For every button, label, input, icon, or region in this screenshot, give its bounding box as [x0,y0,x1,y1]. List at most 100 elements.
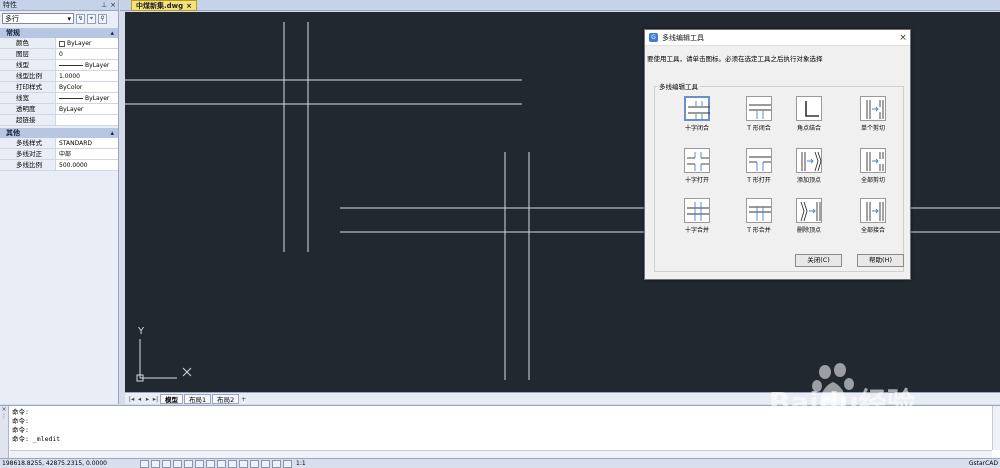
tool-corner-joint[interactable]: 角点结合 [779,96,839,132]
property-row[interactable]: 打印样式 ByColor [0,82,118,93]
cross-open-icon[interactable] [684,148,710,173]
layout-tab[interactable]: 布局2 [212,393,240,404]
section-header[interactable]: 其他 ▴ [0,128,118,138]
property-value[interactable] [55,115,118,125]
tool-delete-vertex[interactable]: 删除顶点 [779,198,839,234]
section-header[interactable]: 常规 ▴ [0,28,118,38]
layout-tab[interactable]: 布局1 [184,393,212,404]
tools-group-label: 多线编辑工具 [657,81,700,91]
close-icon[interactable]: × [110,1,116,9]
tool-cut-all[interactable]: 全部剪切 [843,148,903,184]
model-space-icon[interactable] [272,459,281,468]
property-value-text: 500.0000 [59,162,88,169]
ortho-icon[interactable] [162,459,171,468]
pin-icon[interactable]: ⊥ [101,1,107,9]
section-title: 其他 [6,129,20,137]
property-row[interactable]: 颜色 ByLayer [0,38,118,49]
close-icon[interactable]: × [0,406,8,413]
object-type-select[interactable]: 多行 ▾ [2,13,74,24]
layout-tab[interactable]: 模型 [160,393,183,404]
tool-label: 角点结合 [796,125,821,132]
tool-weld-all[interactable]: 全部接合 [843,198,903,234]
annotation-icon[interactable] [283,459,292,468]
property-value[interactable]: 中部 [55,149,118,159]
property-value-text: 中部 [59,151,72,158]
cross-closed-icon[interactable] [684,96,710,121]
delete-vertex-icon[interactable] [796,198,822,223]
property-value[interactable]: STANDARD [55,138,118,148]
cross-merged-icon[interactable] [684,198,710,223]
property-key: 多线比例 [0,160,55,170]
grid-icon[interactable] [151,459,160,468]
selection-cycling-icon[interactable] [239,459,248,468]
command-hscrollbar[interactable] [10,450,992,458]
quick-select-icon[interactable]: ⚲ [98,13,107,24]
collapse-icon[interactable]: ▴ [110,129,114,137]
otrack-icon[interactable] [195,459,204,468]
property-row[interactable]: 透明度 ByLayer [0,104,118,115]
property-row[interactable]: 多线样式 STANDARD [0,138,118,149]
collapse-icon[interactable]: ▴ [110,29,114,37]
property-value[interactable]: 1.0000 [55,71,118,81]
property-value[interactable]: ByLayer [55,93,118,103]
transparency-icon[interactable] [217,459,226,468]
layout-nav-icon[interactable]: ▸| [152,395,159,403]
tool-add-vertex[interactable]: 添加顶点 [779,148,839,184]
layout-nav-icon[interactable]: |◂ [128,395,135,403]
property-value[interactable]: ByColor [55,82,118,92]
add-layout-icon[interactable]: + [240,395,247,403]
tool-label: 删除顶点 [796,227,821,234]
property-value-text: ByLayer [59,106,84,113]
tool-cross-merged[interactable]: 十字合并 [667,198,727,234]
property-value[interactable]: 500.0000 [55,160,118,170]
property-value[interactable]: 0 [55,49,118,59]
osnap-icon[interactable] [184,459,193,468]
close-button[interactable]: 关闭(C) [795,254,842,267]
layout-nav-icon[interactable]: ▸ [144,395,151,403]
close-icon[interactable]: × [896,33,910,43]
property-value[interactable]: ByLayer [55,104,118,114]
tool-cross-closed[interactable]: 十字闭合 [667,96,727,132]
tee-closed-icon[interactable] [746,96,772,121]
select-objects-icon[interactable]: ⌖ [87,13,96,24]
property-row[interactable]: 图层 0 [0,49,118,60]
chevron-down-icon: ▾ [67,14,71,23]
property-value-text: 1.0000 [59,73,80,80]
help-button[interactable]: 帮助(H) [857,254,904,267]
command-line: 命令: [12,426,29,434]
layout-nav-icon[interactable]: ◂ [136,395,143,403]
toggle-pickadd-icon[interactable]: ↯ [76,13,85,24]
property-value[interactable]: ByLayer [55,60,118,70]
property-row[interactable]: 线型比例 1.0000 [0,71,118,82]
property-value[interactable]: ByLayer [55,38,118,48]
tool-cross-open[interactable]: 十字打开 [667,148,727,184]
grip-icon[interactable]: ⋮ [0,413,8,420]
linetype-preview-icon [59,65,83,66]
property-row[interactable]: 线型 ByLayer [0,60,118,71]
tee-merged-icon[interactable] [746,198,772,223]
ducs-icon[interactable] [261,459,270,468]
command-vscrollbar[interactable] [992,406,1000,450]
polar-icon[interactable] [173,459,182,468]
property-row[interactable]: 多线对正 中部 [0,149,118,160]
weld-all-icon[interactable] [860,198,886,223]
annotation-scale[interactable]: 1:1 [296,460,306,467]
corner-joint-icon[interactable] [796,96,822,121]
lineweight-icon[interactable] [206,459,215,468]
snap-icon[interactable] [140,459,149,468]
property-row[interactable]: 线宽 ByLayer [0,93,118,104]
add-vertex-icon[interactable] [796,148,822,173]
dynamic-input-icon[interactable] [250,459,259,468]
cut-single-icon[interactable] [860,96,886,121]
property-key: 图层 [0,49,55,59]
tool-cut-single[interactable]: 单个剪切 [843,96,903,132]
tool-label: 十字合并 [684,227,709,234]
cut-all-icon[interactable] [860,148,886,173]
close-icon[interactable]: × [186,2,192,10]
property-row[interactable]: 多线比例 500.0000 [0,160,118,171]
document-tab[interactable]: 中煤新集.dwg × [131,0,198,11]
property-key: 线型比例 [0,71,55,81]
quick-props-icon[interactable] [228,459,237,468]
property-row[interactable]: 超链接 [0,115,118,126]
tee-open-icon[interactable] [746,148,772,173]
